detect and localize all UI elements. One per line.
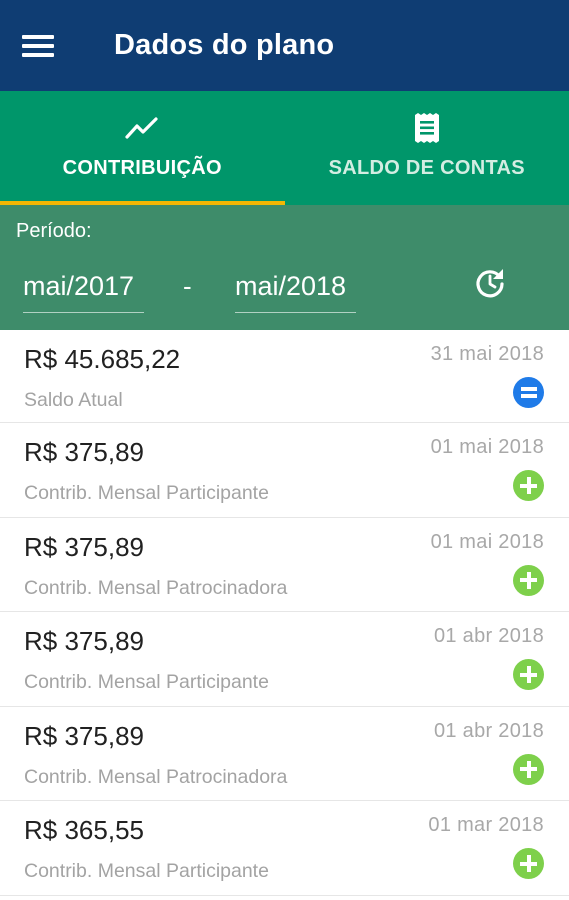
plus-icon bbox=[513, 470, 544, 501]
entry-description: Contrib. Mensal Participante bbox=[24, 860, 269, 882]
entry-date: 01 abr 2018 bbox=[433, 625, 544, 647]
plus-icon bbox=[513, 659, 544, 690]
list-item[interactable]: R$ 375,89 Contrib. Mensal Participante 0… bbox=[0, 423, 569, 518]
period-end-field[interactable]: mai/2018 bbox=[235, 269, 356, 313]
menu-icon[interactable] bbox=[22, 24, 66, 68]
list-item[interactable]: R$ 375,89 Contrib. Mensal Participante 0… bbox=[0, 612, 569, 707]
entry-amount: R$ 375,89 bbox=[24, 626, 144, 656]
tab-saldo-de-contas[interactable]: SALDO DE CONTAS bbox=[285, 91, 569, 205]
plus-icon bbox=[513, 564, 544, 596]
entry-description: Contrib. Mensal Patrocinadora bbox=[24, 765, 288, 788]
period-start-field[interactable]: mai/2017 bbox=[23, 269, 144, 313]
tab-label: CONTRIBUIÇÃO bbox=[62, 157, 222, 179]
period-label: Período: bbox=[16, 220, 92, 242]
entry-description: Contrib. Mensal Participante bbox=[24, 671, 269, 693]
entry-description: Saldo Atual bbox=[24, 389, 123, 411]
refresh-icon[interactable] bbox=[472, 265, 508, 301]
entry-date: 31 mai 2018 bbox=[430, 343, 544, 365]
period-separator: - bbox=[183, 271, 192, 301]
page-title: Dados do plano bbox=[114, 29, 335, 61]
plus-icon bbox=[513, 753, 544, 785]
app-bar: Dados do plano bbox=[0, 0, 569, 91]
list-item[interactable]: R$ 375,89 Contrib. Mensal Patrocinadora … bbox=[0, 707, 569, 801]
entry-description: Contrib. Mensal Patrocinadora bbox=[24, 576, 288, 599]
plus-icon bbox=[513, 848, 544, 879]
equal-icon bbox=[513, 377, 544, 408]
entry-amount: R$ 365,55 bbox=[24, 815, 144, 845]
list-item[interactable]: R$ 375,89 Contrib. Mensal Patrocinadora … bbox=[0, 518, 569, 612]
entry-date: 01 mai 2018 bbox=[430, 436, 544, 458]
tab-bar: CONTRIBUIÇÃO SALDO DE CONTAS bbox=[0, 91, 569, 205]
entry-amount: R$ 375,89 bbox=[24, 720, 144, 751]
entry-amount: R$ 45.685,22 bbox=[24, 344, 181, 374]
entry-date: 01 mai 2018 bbox=[430, 530, 544, 553]
trending-up-icon bbox=[125, 113, 159, 143]
entry-date: 01 abr 2018 bbox=[433, 719, 544, 742]
entry-amount: R$ 375,89 bbox=[24, 437, 144, 467]
transaction-list: R$ 45.685,22 Saldo Atual 31 mai 2018 R$ … bbox=[0, 330, 569, 896]
tab-label: SALDO DE CONTAS bbox=[328, 157, 525, 179]
receipt-icon bbox=[412, 113, 442, 143]
list-item[interactable]: R$ 45.685,22 Saldo Atual 31 mai 2018 bbox=[0, 330, 569, 423]
tab-contribuicao[interactable]: CONTRIBUIÇÃO bbox=[0, 91, 285, 205]
entry-amount: R$ 375,89 bbox=[24, 531, 144, 562]
list-item[interactable]: R$ 365,55 Contrib. Mensal Participante 0… bbox=[0, 801, 569, 896]
entry-description: Contrib. Mensal Participante bbox=[24, 482, 269, 504]
period-filter: Período: mai/2017 - mai/2018 bbox=[0, 205, 569, 330]
entry-date: 01 mar 2018 bbox=[428, 814, 544, 836]
